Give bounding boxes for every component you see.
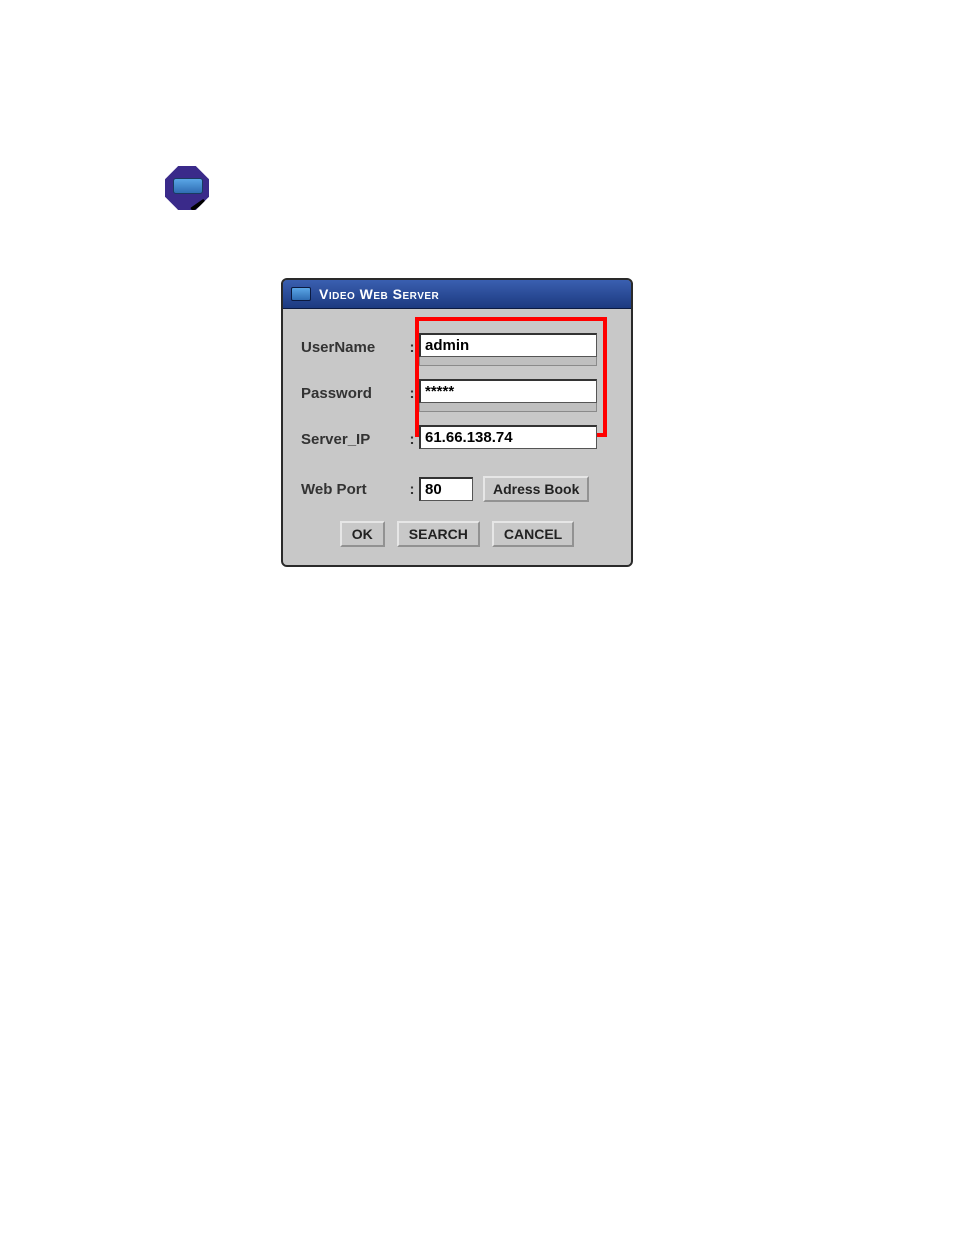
label-server-ip: Server_IP xyxy=(301,431,405,448)
field-shadow xyxy=(419,402,597,412)
pen-glyph xyxy=(190,199,205,211)
row-server-ip: Server_IP : xyxy=(301,419,613,459)
button-row: OK SEARCH CANCEL xyxy=(301,515,613,551)
titlebar: Video Web Server xyxy=(283,280,631,309)
server-ip-input[interactable] xyxy=(419,425,597,449)
row-password: Password : xyxy=(301,373,613,413)
label-password: Password xyxy=(301,385,405,402)
username-input[interactable] xyxy=(419,333,597,357)
label-web-port: Web Port xyxy=(301,481,405,498)
cancel-button[interactable]: CANCEL xyxy=(492,521,574,547)
password-input[interactable] xyxy=(419,379,597,403)
address-book-button[interactable]: Adress Book xyxy=(483,476,589,502)
field-wrap-server-ip xyxy=(419,425,597,453)
form-area: UserName : Password : Server_IP : xyxy=(283,309,631,565)
label-username: UserName xyxy=(301,339,405,356)
row-web-port: Web Port : Adress Book xyxy=(301,469,613,509)
app-icon[interactable] xyxy=(165,166,213,214)
search-button[interactable]: SEARCH xyxy=(397,521,480,547)
login-dialog: Video Web Server UserName : Password : S… xyxy=(281,278,633,567)
field-wrap-password xyxy=(419,379,597,407)
ok-button[interactable]: OK xyxy=(340,521,385,547)
colon: : xyxy=(405,339,419,356)
port-row-right: Adress Book xyxy=(419,476,589,502)
colon: : xyxy=(405,385,419,402)
title-icon xyxy=(291,287,311,301)
field-wrap-username xyxy=(419,333,597,361)
web-port-input[interactable] xyxy=(419,477,473,501)
colon: : xyxy=(405,481,419,498)
octagon-shape xyxy=(165,166,209,210)
row-username: UserName : xyxy=(301,327,613,367)
field-shadow xyxy=(419,356,597,366)
dialog-title: Video Web Server xyxy=(319,286,439,302)
server-glyph xyxy=(173,178,203,194)
colon: : xyxy=(405,431,419,448)
